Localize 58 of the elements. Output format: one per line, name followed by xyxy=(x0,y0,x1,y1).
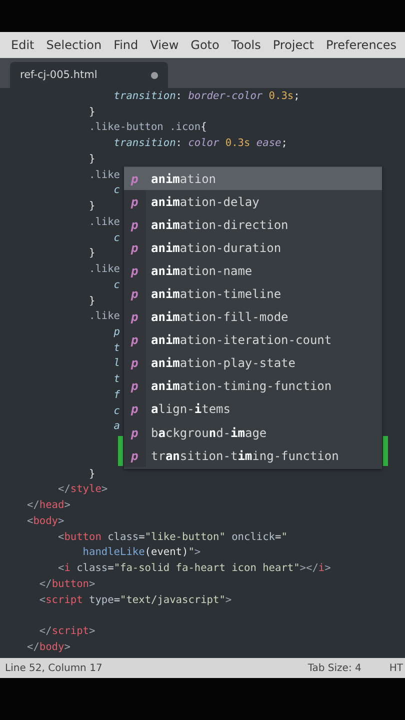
code-line: c xyxy=(112,183,120,198)
autocomplete-item[interactable]: p transition-timing-function xyxy=(124,444,382,468)
code-line: </button> xyxy=(38,576,96,592)
code-line: c xyxy=(112,404,120,419)
code-line: c xyxy=(112,278,120,293)
code-line: <button class="like-button" onclick=" xyxy=(56,530,288,545)
code-line: </head> xyxy=(27,498,70,514)
code-line: </script> xyxy=(38,624,96,639)
autocomplete-item[interactable]: p animation-iteration-count xyxy=(124,328,382,352)
autocomplete-item[interactable]: p animation-duration xyxy=(124,236,382,260)
code-line: </style> xyxy=(56,482,108,498)
menu-item[interactable]: Preferences xyxy=(326,38,397,52)
autocomplete-item[interactable]: p animation-name xyxy=(124,259,382,282)
code-line: </body> xyxy=(27,640,70,655)
code-line: } xyxy=(88,294,96,309)
file-tab[interactable]: ref-cj-005.html xyxy=(10,62,168,88)
menu-item[interactable]: View xyxy=(150,38,179,52)
code-line: } xyxy=(88,104,96,120)
code-line: transition: color 0.3s ease; xyxy=(112,136,288,152)
menu-item[interactable]: Find xyxy=(114,38,138,52)
autocomplete-item[interactable]: p animation xyxy=(124,167,382,190)
code-line: t xyxy=(112,340,120,356)
autocomplete-item[interactable]: p animation-play-state xyxy=(124,352,382,375)
menu-item[interactable]: Tools xyxy=(231,38,261,52)
code-line: f xyxy=(112,388,120,403)
autocomplete-item[interactable]: p animation-timeline xyxy=(124,282,382,306)
menu-item[interactable]: Goto xyxy=(190,38,220,52)
tab-size[interactable]: Tab Size: 4 xyxy=(308,662,362,674)
code-line: <body> xyxy=(27,514,64,529)
menu-item[interactable]: Project xyxy=(272,38,314,52)
code-line: .like xyxy=(88,262,120,278)
autocomplete-item[interactable]: p background-image xyxy=(124,421,382,444)
code-line: } xyxy=(88,152,96,167)
autocomplete-item[interactable]: p animation-delay xyxy=(124,190,382,214)
menu-item[interactable]: Edit xyxy=(11,38,34,52)
code-line: a xyxy=(112,419,120,434)
code-line: c xyxy=(112,230,120,246)
menu-item[interactable]: Selection xyxy=(46,38,102,52)
code-line: l xyxy=(112,356,120,372)
code-line: } xyxy=(88,246,96,262)
code-line: <script type="text/javascript"> xyxy=(38,592,232,608)
autocomplete-item[interactable]: p align-items xyxy=(124,398,382,422)
code-line: handleLike(event)"> xyxy=(82,545,201,560)
cursor-position: Line 52, Column 17 xyxy=(5,662,104,674)
code-line: .like-button .icon{ xyxy=(88,120,207,136)
code-line: .like xyxy=(88,309,120,324)
code-line: .like xyxy=(88,214,120,230)
autocomplete-item[interactable]: p animation-timing-function xyxy=(124,374,382,398)
code-line: <i class="fa-solid fa-heart icon heart"></i> xyxy=(56,561,331,576)
code-line: .like xyxy=(88,168,120,183)
syntax-mode[interactable]: HT xyxy=(389,662,403,674)
code-line: } xyxy=(88,199,96,214)
autocomplete-item[interactable]: p animation-fill-mode xyxy=(124,306,382,329)
code-line: p xyxy=(112,325,120,340)
code-line: t xyxy=(112,372,120,388)
code-line: transition: border-color 0.3s; xyxy=(112,89,300,104)
autocomplete-item[interactable]: p animation-direction xyxy=(124,213,382,236)
code-line: } xyxy=(88,466,96,482)
